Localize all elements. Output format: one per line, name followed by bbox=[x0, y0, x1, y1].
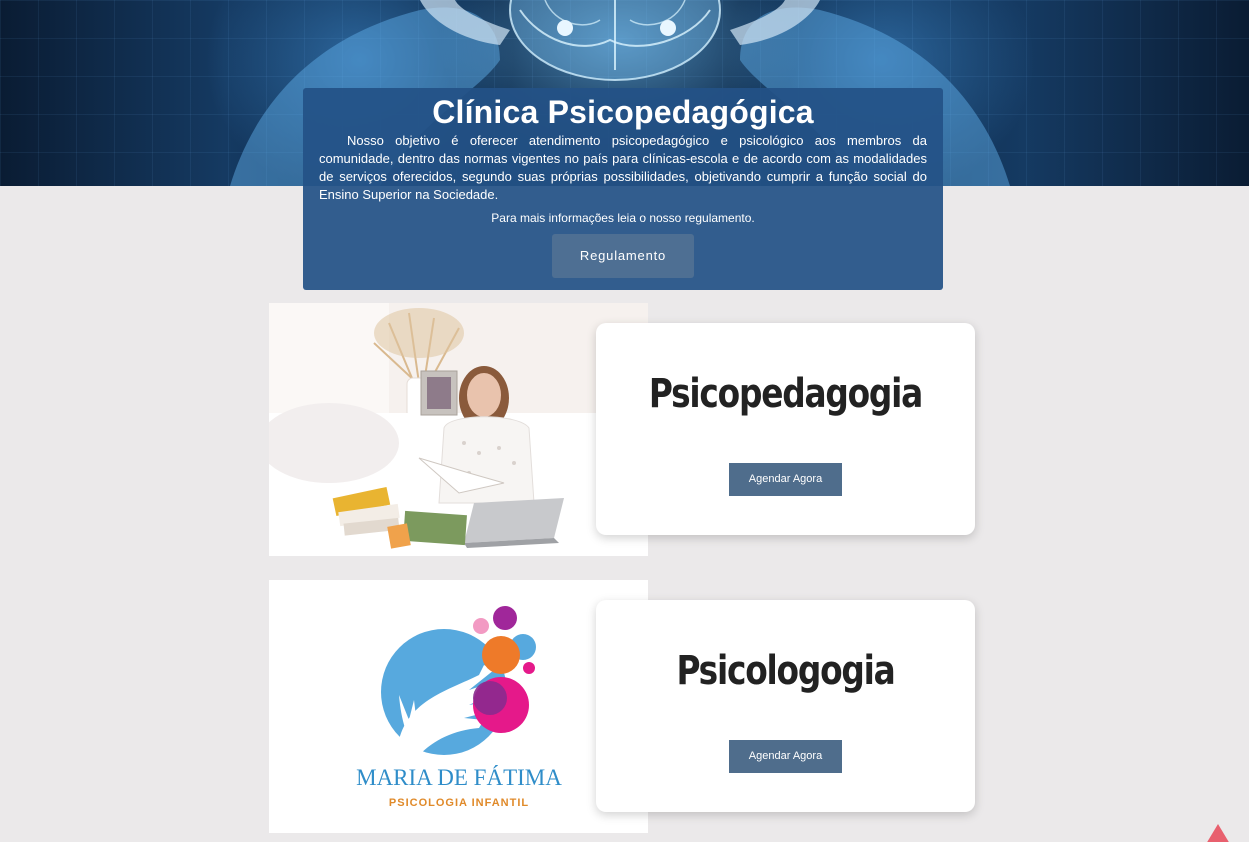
psicopedagogia-title: Psicopedagogia bbox=[648, 371, 923, 417]
info-more-text: Para mais informações leia o nosso regul… bbox=[491, 211, 755, 225]
psicopedagogia-photo bbox=[269, 303, 648, 556]
regulamento-button[interactable]: Regulamento bbox=[552, 234, 694, 278]
agendar-psicopedagogia-button[interactable]: Agendar Agora bbox=[729, 463, 842, 496]
page-title: Clínica Psicopedagógica bbox=[432, 94, 814, 130]
psicopedagogia-card: Psicopedagogia Agendar Agora bbox=[596, 323, 975, 535]
psicologia-logo-image: MARIA DE FÁTIMA PSICOLOGIA INFANTIL bbox=[269, 580, 648, 833]
psicologia-title: Psicologogia bbox=[676, 648, 895, 694]
info-panel: Clínica Psicopedagógica Nosso objetivo é… bbox=[303, 88, 943, 290]
logo-subtitle-text: PSICOLOGIA INFANTIL bbox=[389, 797, 529, 809]
logo-name-text: MARIA DE FÁTIMA bbox=[356, 765, 562, 790]
agendar-psicologia-button[interactable]: Agendar Agora bbox=[729, 740, 842, 773]
psicologia-card: Psicologogia Agendar Agora bbox=[596, 600, 975, 812]
info-description: Nosso objetivo é oferecer atendimento ps… bbox=[319, 133, 927, 202]
arrow-up-icon[interactable] bbox=[1206, 824, 1230, 842]
